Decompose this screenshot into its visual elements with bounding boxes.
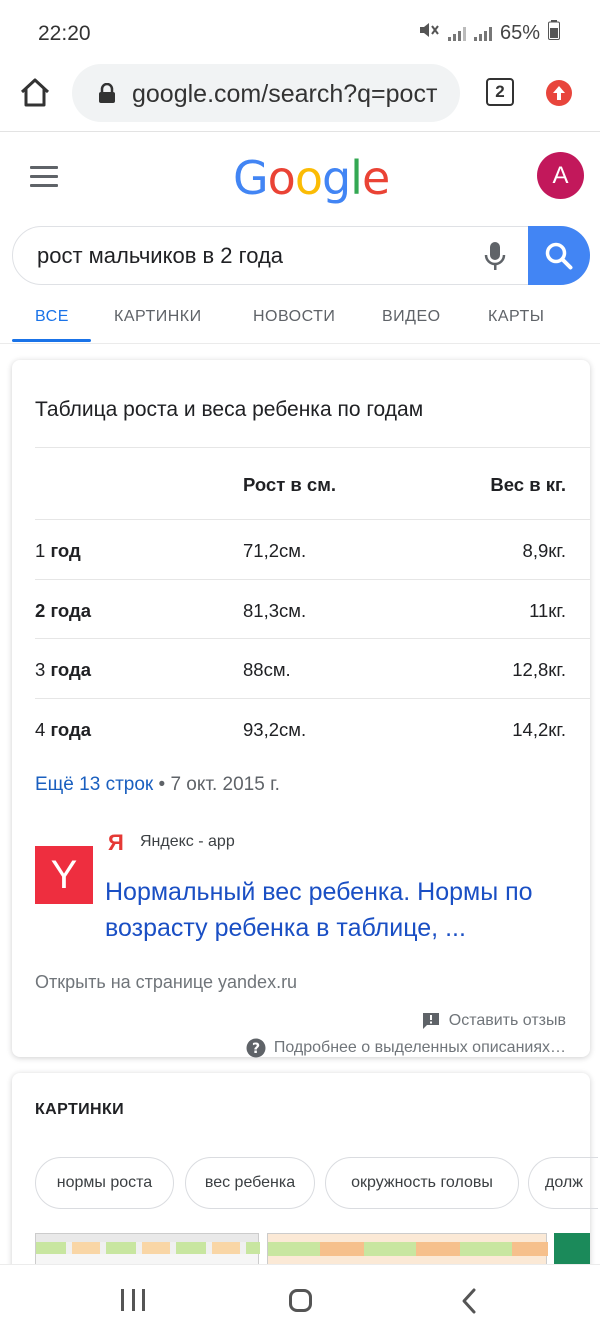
separator-dot: • [158, 774, 171, 795]
home-icon[interactable] [18, 76, 52, 110]
address-bar[interactable]: google.com/search?q=рост [72, 64, 460, 122]
search-box[interactable]: рост мальчиков в 2 года [12, 226, 590, 285]
search-input[interactable]: рост мальчиков в 2 года [37, 243, 283, 269]
table-row: 1 год 71,2см. 8,9кг. [35, 519, 590, 579]
menu-icon[interactable] [30, 166, 58, 188]
status-time: 22:20 [38, 22, 91, 45]
feedback-label: Оставить отзыв [448, 1012, 566, 1029]
feedback-icon [422, 1013, 439, 1029]
source-thumbnail-letter: Y [50, 853, 78, 897]
row-age: 1 год [35, 540, 81, 561]
mute-icon [418, 20, 440, 46]
signal-icon [447, 25, 466, 41]
active-tab-indicator [12, 339, 91, 342]
row-height: 81,3см. [243, 599, 307, 621]
row-height: 71,2см. [243, 540, 307, 561]
row-height: 88см. [243, 659, 291, 680]
chip-child-weight[interactable]: вес ребенка [185, 1157, 315, 1209]
chip-growth-norms[interactable]: нормы роста [35, 1157, 174, 1209]
row-weight: 8,9кг. [522, 540, 566, 561]
featured-snippet: Таблица роста и веса ребенка по годам Ро… [12, 360, 590, 1058]
status-bar: 22:20 65% [0, 0, 600, 66]
update-icon[interactable] [546, 80, 572, 106]
about-snippets-link[interactable]: ? Подробнее о выделенных описаниях… [246, 1038, 566, 1058]
source-name: Яндекс - app [140, 833, 235, 850]
table-header: Рост в см. Вес в кг. [35, 447, 590, 519]
table-row: 3 года 88см. 12,8кг. [35, 638, 590, 698]
more-rows-link[interactable]: Ещё 13 строк [35, 774, 153, 795]
row-age: 3 года [35, 659, 91, 680]
source-thumbnail[interactable]: Y [35, 846, 93, 904]
tab-maps[interactable]: КАРТЫ [488, 308, 544, 326]
row-weight: 12,8кг. [512, 659, 566, 680]
system-navigation-bar [0, 1264, 600, 1332]
search-icon [545, 242, 573, 270]
lock-icon [98, 82, 116, 103]
url-text: google.com/search?q=рост [132, 80, 438, 108]
about-label: Подробнее о выделенных описаниях… [273, 1039, 566, 1056]
search-tabs: ВСЕ КАРТИНКИ НОВОСТИ ВИДЕО КАРТЫ [0, 288, 600, 344]
google-logo[interactable]: Google [233, 151, 390, 205]
snippet-table: Рост в см. Вес в кг. 1 год 71,2см. 8,9кг… [35, 447, 590, 757]
tab-video[interactable]: ВИДЕО [382, 308, 441, 326]
svg-text:?: ? [252, 1041, 260, 1057]
avatar[interactable]: A [537, 152, 584, 199]
tab-images[interactable]: КАРТИНКИ [114, 308, 202, 326]
search-button[interactable] [528, 226, 590, 285]
row-weight: 11кг. [529, 599, 566, 621]
more-rows-line: Ещё 13 строк • 7 окт. 2015 г. [35, 774, 280, 796]
battery-text: 65% [499, 21, 540, 44]
tab-switcher-button[interactable]: 2 [486, 78, 514, 106]
row-height: 93,2см. [243, 718, 307, 740]
header-weight: Вес в кг. [490, 474, 566, 495]
google-header: Google A [0, 133, 600, 223]
home-button-icon[interactable] [289, 1289, 312, 1312]
table-row: 2 года 81,3см. 11кг. [35, 578, 590, 639]
header-height: Рост в см. [243, 474, 337, 495]
tab-news[interactable]: НОВОСТИ [253, 308, 335, 326]
table-row: 4 года 93,2см. 14,2кг. [35, 697, 590, 758]
microphone-icon[interactable] [483, 240, 507, 272]
snippet-title: Таблица роста и веса ребенка по годам [35, 398, 424, 421]
help-icon: ? [246, 1038, 266, 1058]
result-title-link[interactable]: Нормальный вес ребенка. Нормы по возраст… [105, 874, 585, 946]
row-age: 4 года [35, 718, 91, 740]
images-heading: КАРТИНКИ [35, 1101, 125, 1118]
snippet-date: 7 окт. 2015 г. [170, 774, 280, 795]
status-icons: 65% [418, 20, 560, 46]
signal-icon-2 [473, 25, 492, 41]
browser-toolbar: google.com/search?q=рост 2 [0, 62, 600, 132]
yandex-icon: Я [108, 830, 124, 855]
chip-more[interactable]: долж [528, 1157, 598, 1209]
open-on-page-link[interactable]: Открыть на странице yandex.ru [35, 972, 297, 993]
back-icon[interactable] [460, 1287, 478, 1320]
row-weight: 14,2кг. [512, 718, 566, 740]
tab-all[interactable]: ВСЕ [35, 308, 69, 326]
feedback-button[interactable]: Оставить отзыв [421, 1011, 566, 1031]
chip-head-circumference[interactable]: окружность головы [325, 1157, 519, 1209]
battery-icon [548, 20, 560, 46]
row-age: 2 года [35, 599, 91, 621]
recents-icon[interactable] [121, 1289, 145, 1311]
